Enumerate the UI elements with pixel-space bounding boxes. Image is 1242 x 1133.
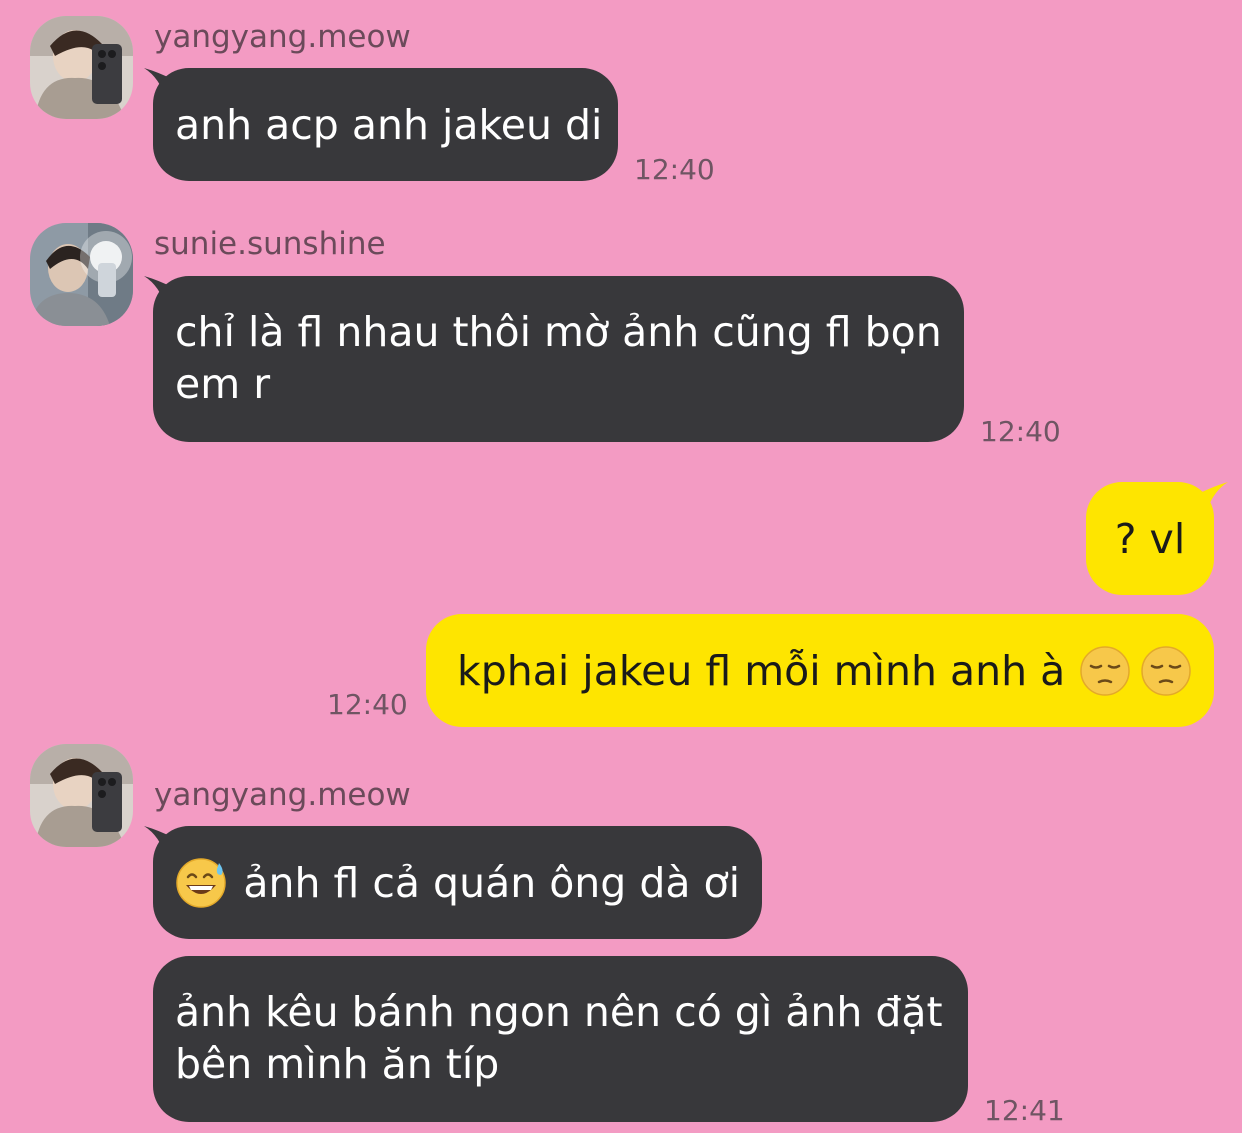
message-bubble[interactable]: ảnh fl cả quán ông dà ơi: [153, 826, 762, 939]
own-message-bubble[interactable]: kphai jakeu fl mỗi mình anh à: [426, 614, 1214, 727]
pensive-face-icon: [1079, 645, 1131, 697]
avatar-yangyang[interactable]: [30, 744, 133, 847]
message-bubble[interactable]: chỉ là fl nhau thôi mờ ảnh cũng fl bọn e…: [153, 276, 964, 442]
own-message-bubble[interactable]: ? vl: [1086, 482, 1214, 595]
avatar-sunie[interactable]: [30, 223, 133, 326]
message-time: 12:40: [634, 153, 715, 186]
message-time: 12:40: [980, 415, 1061, 448]
grinning-sweat-face-icon: [175, 857, 227, 909]
message-time: 12:41: [984, 1094, 1065, 1127]
sender-name: yangyang.meow: [154, 777, 411, 813]
sender-name: yangyang.meow: [154, 19, 411, 55]
message-text: ảnh fl cả quán ông dà ơi: [243, 858, 740, 907]
sender-name: sunie.sunshine: [154, 226, 386, 262]
message-bubble[interactable]: ảnh kêu bánh ngon nên có gì ảnh đặt bên …: [153, 956, 968, 1122]
avatar-yangyang[interactable]: [30, 16, 133, 119]
message-text: ? vl: [1114, 514, 1186, 563]
message-text-line: chỉ là fl nhau thôi mờ ảnh cũng fl bọn: [175, 308, 942, 356]
message-text: kphai jakeu fl mỗi mình anh à: [457, 646, 1066, 695]
message-text-line: bên mình ăn típ: [175, 1040, 500, 1088]
message-text: anh acp anh jakeu di: [175, 100, 603, 149]
pensive-face-icon: [1140, 645, 1192, 697]
message-time: 12:40: [327, 688, 408, 721]
message-text-line: ảnh kêu bánh ngon nên có gì ảnh đặt: [175, 988, 943, 1036]
message-text-line: em r: [175, 360, 271, 408]
message-bubble[interactable]: anh acp anh jakeu di: [153, 68, 618, 181]
